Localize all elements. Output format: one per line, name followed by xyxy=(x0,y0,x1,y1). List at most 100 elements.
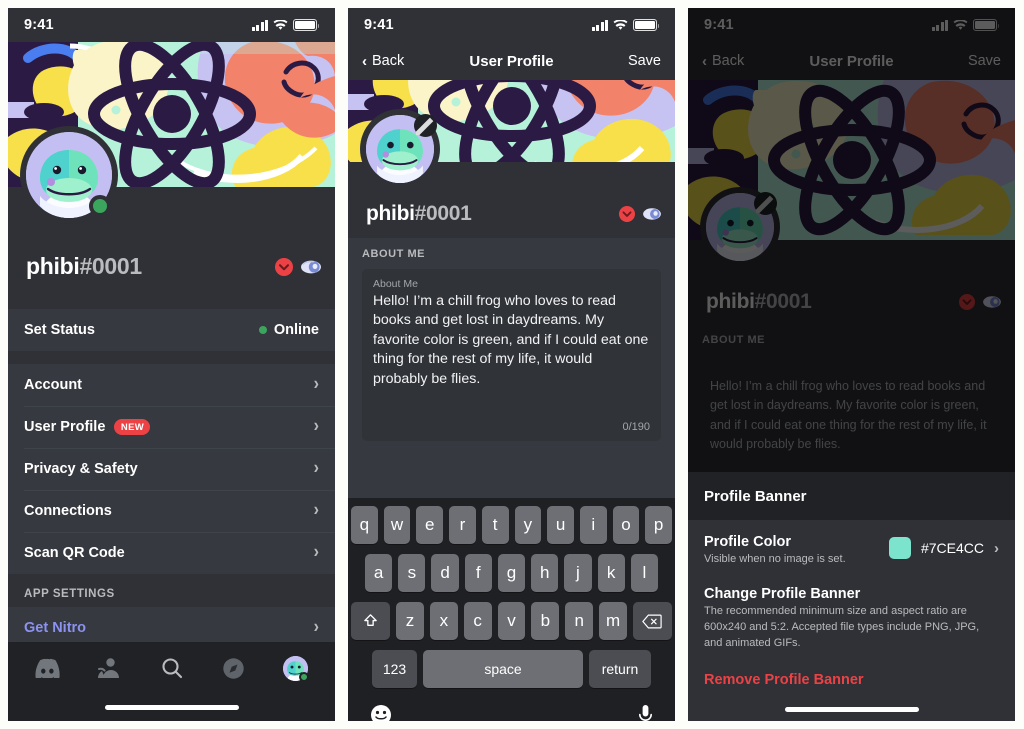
keyboard-row-3: z x c v b n m xyxy=(348,602,675,640)
hypesquad-badge[interactable] xyxy=(643,206,661,222)
row-label: Set Status xyxy=(24,322,95,338)
badge-list xyxy=(619,206,661,222)
chevron-right-icon: › xyxy=(313,500,319,521)
backspace-key[interactable] xyxy=(632,602,673,640)
key-y[interactable]: y xyxy=(514,506,542,544)
status-bar: 9:41 xyxy=(8,8,335,42)
profile-header: phibi#0001 xyxy=(688,187,1015,326)
avatar[interactable] xyxy=(700,187,780,267)
key-g[interactable]: g xyxy=(497,554,526,592)
back-label: Back xyxy=(712,53,745,69)
screenshot-stage: 9:41 phibi#0001 Set Status Online Accoun… xyxy=(0,0,1024,729)
edit-avatar-button[interactable] xyxy=(414,114,437,137)
about-me-input[interactable]: Hello! I’m a chill frog who loves to rea… xyxy=(688,355,1015,455)
home-indicator[interactable] xyxy=(104,705,239,710)
about-me-input[interactable]: About Me Hello! I’m a chill frog who lov… xyxy=(362,269,661,441)
key-m[interactable]: m xyxy=(599,602,627,640)
character-counter: 0/190 xyxy=(622,421,650,433)
back-button[interactable]: ‹ Back xyxy=(362,53,404,69)
about-me-field-caption: About Me xyxy=(373,278,418,290)
key-r[interactable]: r xyxy=(449,506,476,544)
online-dot-icon xyxy=(258,326,267,334)
about-me-text: Hello! I’m a chill frog who loves to rea… xyxy=(710,379,987,452)
key-b[interactable]: b xyxy=(531,602,560,640)
hypesquad-badge[interactable] xyxy=(983,294,1001,310)
wifi-icon xyxy=(613,19,628,31)
badge-list xyxy=(275,257,321,276)
shift-key[interactable] xyxy=(350,602,391,640)
key-o[interactable]: o xyxy=(612,506,640,544)
chevron-right-icon: › xyxy=(313,416,319,437)
save-button[interactable]: Save xyxy=(968,53,1001,69)
key-i[interactable]: i xyxy=(579,506,607,544)
key-e[interactable]: e xyxy=(416,506,444,544)
avatar[interactable] xyxy=(360,109,440,189)
key-a[interactable]: a xyxy=(365,554,393,592)
key-p[interactable]: p xyxy=(645,506,673,544)
people-icon xyxy=(98,658,120,678)
row-connections[interactable]: Connections › xyxy=(8,490,335,532)
key-z[interactable]: z xyxy=(396,602,424,640)
key-q[interactable]: q xyxy=(350,506,378,544)
key-k[interactable]: k xyxy=(597,554,625,592)
bottom-tab-bar xyxy=(8,642,335,721)
space-key[interactable]: space xyxy=(423,650,583,688)
microphone-icon[interactable] xyxy=(638,704,653,721)
chevron-left-icon: ‹ xyxy=(362,52,367,70)
phone-panel-banner-sheet: 9:41 ‹ Back User Profile Save phibi#0001… xyxy=(688,8,1015,721)
row-user-profile[interactable]: User Profile NEW › xyxy=(8,406,335,448)
row-label: Privacy & Safety xyxy=(24,461,138,477)
key-v[interactable]: v xyxy=(497,602,526,640)
remove-profile-banner-button[interactable]: Remove Profile Banner xyxy=(704,672,999,688)
sidebar-item-friends[interactable] xyxy=(78,657,140,679)
key-f[interactable]: f xyxy=(464,554,492,592)
sidebar-item-explore[interactable] xyxy=(203,657,265,680)
row-scan-qr-code[interactable]: Scan QR Code › xyxy=(8,532,335,574)
emoji-smiley-icon[interactable] xyxy=(370,704,392,721)
row-set-status[interactable]: Set Status Online xyxy=(8,309,335,351)
nitro-badge[interactable] xyxy=(275,257,293,276)
username-row: phibi#0001 xyxy=(366,202,661,226)
edit-avatar-button[interactable] xyxy=(754,192,777,215)
key-n[interactable]: n xyxy=(565,602,594,640)
key-s[interactable]: s xyxy=(398,554,426,592)
key-w[interactable]: w xyxy=(383,506,411,544)
about-me-section-label: ABOUT ME xyxy=(702,334,766,346)
chevron-right-icon: › xyxy=(313,542,319,563)
key-h[interactable]: h xyxy=(531,554,559,592)
phone-panel-edit-profile: 9:41 ‹ Back User Profile Save phibi#0001… xyxy=(348,8,675,721)
row-label: Get Nitro xyxy=(24,620,87,636)
home-indicator-wrap xyxy=(688,707,1015,721)
nitro-badge[interactable] xyxy=(619,206,635,222)
sidebar-item-profile[interactable] xyxy=(265,655,327,682)
hypesquad-badge[interactable] xyxy=(301,258,321,276)
color-hex-value: #7CE4CC xyxy=(920,540,984,556)
row-privacy-safety[interactable]: Privacy & Safety › xyxy=(8,448,335,490)
presence-indicator-online xyxy=(89,195,111,217)
change-banner-block[interactable]: Change Profile Banner The recommended mi… xyxy=(704,586,999,652)
key-c[interactable]: c xyxy=(463,602,492,640)
key-d[interactable]: d xyxy=(431,554,459,592)
row-account[interactable]: Account › xyxy=(8,364,335,406)
key-u[interactable]: u xyxy=(547,506,574,544)
avatar[interactable] xyxy=(20,126,118,224)
color-swatch xyxy=(888,537,911,559)
key-l[interactable]: l xyxy=(630,554,658,592)
profile-color-text-block: Profile Color Visible when no image is s… xyxy=(704,534,846,568)
chevron-right-icon: › xyxy=(313,458,319,479)
keyboard-row-1: q w e r t y u i o p xyxy=(348,506,675,544)
sidebar-item-servers[interactable] xyxy=(16,658,78,678)
home-indicator[interactable] xyxy=(784,707,919,712)
nitro-badge[interactable] xyxy=(959,294,975,310)
key-t[interactable]: t xyxy=(481,506,509,544)
numeric-key[interactable]: 123 xyxy=(372,650,417,688)
sidebar-item-search[interactable] xyxy=(140,656,202,680)
back-button[interactable]: ‹ Back xyxy=(702,53,744,69)
username: phibi#0001 xyxy=(706,290,812,313)
key-j[interactable]: j xyxy=(564,554,592,592)
keyboard-bottom-row xyxy=(348,698,675,721)
key-x[interactable]: x xyxy=(429,602,458,640)
save-button[interactable]: Save xyxy=(628,53,661,69)
row-profile-color[interactable]: Profile Color Visible when no image is s… xyxy=(704,534,999,568)
return-key[interactable]: return xyxy=(589,650,651,688)
